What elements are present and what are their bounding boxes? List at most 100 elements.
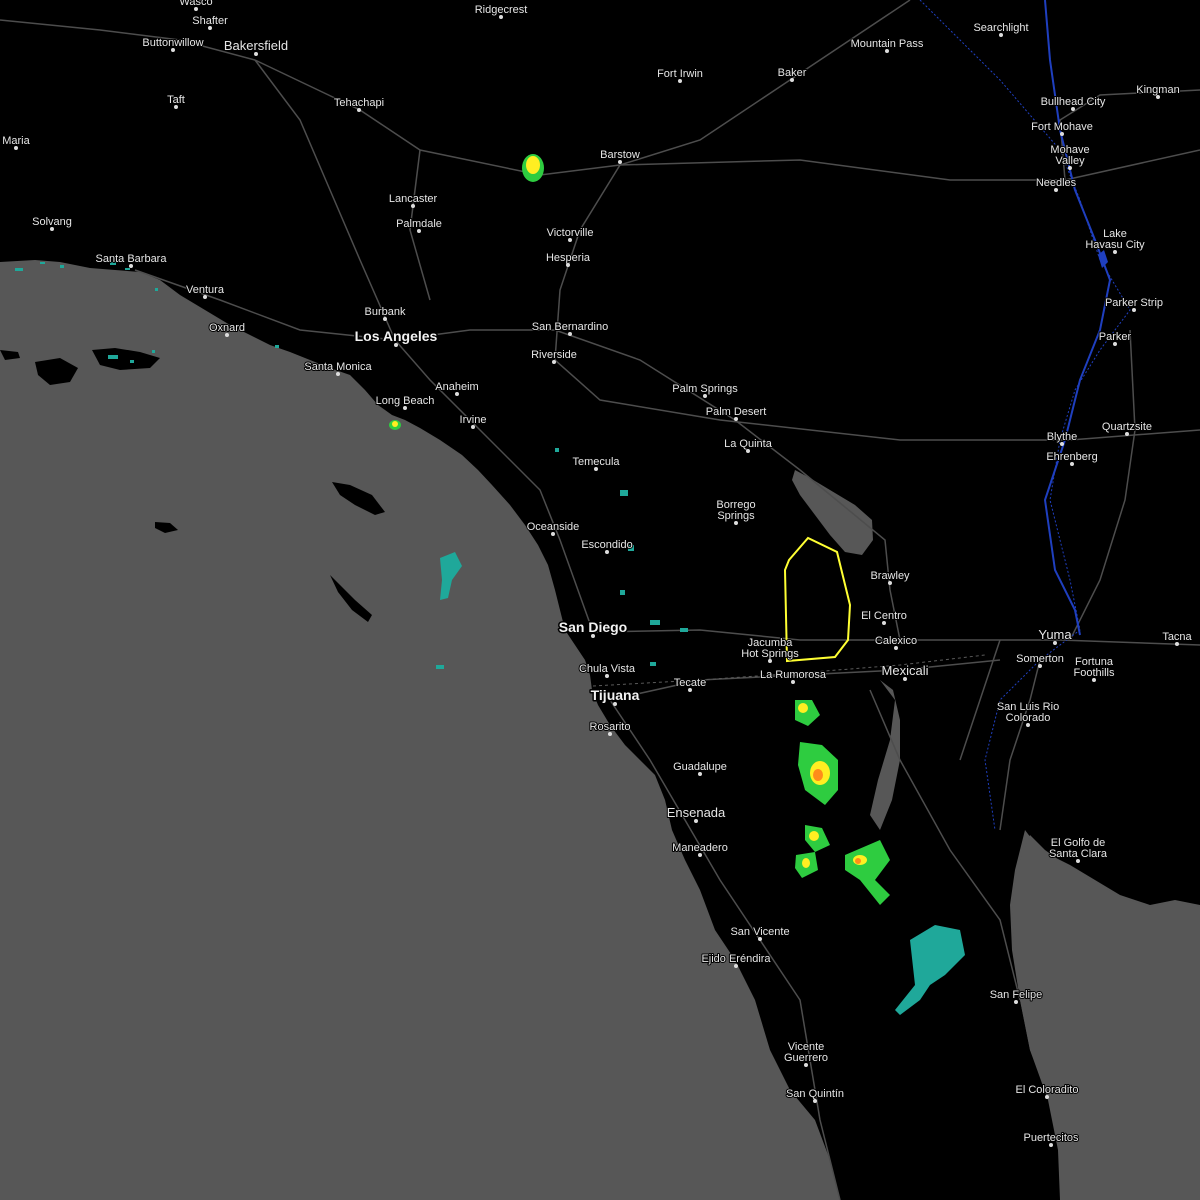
city-label-bullhead-city: Bullhead City <box>1041 96 1106 108</box>
city-label-searchlight: Searchlight <box>973 22 1028 34</box>
city-label-la-quinta: La Quinta <box>724 438 773 450</box>
city-label-mexicali: Mexicali <box>882 663 929 678</box>
city-label-la-rumorosa: La Rumorosa <box>760 669 827 681</box>
city-label-ejido-erendira: Ejido Eréndira <box>701 953 771 965</box>
radar-long-beach <box>389 420 401 430</box>
city-marker-hesperia <box>566 263 570 267</box>
city-marker-buttonwillow <box>171 48 175 52</box>
city-label-bakersfield: Bakersfield <box>224 38 288 53</box>
radar-map[interactable]: Wasco Shafter Buttonwillow Bakersfield Taft T… <box>0 0 1200 1200</box>
city-label-lancaster: Lancaster <box>389 193 438 205</box>
city-marker-ridgecrest <box>499 15 503 19</box>
city-label-los-angeles: Los Angeles <box>355 328 438 344</box>
city-marker-san-quintin <box>813 1099 817 1103</box>
radar-cell-ridgecrest-south <box>522 154 544 182</box>
city-marker-el-coloradito <box>1045 1095 1049 1099</box>
city-marker-tijuana <box>613 702 617 706</box>
city-marker-el-centro <box>882 621 886 625</box>
city-marker-blythe <box>1060 442 1064 446</box>
city-label-el-centro: El Centro <box>861 610 907 622</box>
city-marker-el-golfo <box>1076 859 1080 863</box>
city-fortuna-foothills: Fortuna Foothills <box>1073 655 1116 682</box>
city-label-ridgecrest: Ridgecrest <box>475 4 528 16</box>
city-label-tehachapi: Tehachapi <box>334 97 384 109</box>
map-canvas: Wasco Shafter Buttonwillow Bakersfield Taft T… <box>0 0 1200 1200</box>
city-label-quartzsite: Quartzsite <box>1102 421 1152 433</box>
city-marker-tehachapi <box>357 108 361 112</box>
city-label-jacumba: Jacumba Hot Springs <box>741 637 799 660</box>
city-marker-irvine <box>471 425 475 429</box>
city-label-san-luis-rio-colorado: San Luis Rio Colorado <box>997 701 1059 724</box>
city-marker-shafter <box>208 26 212 30</box>
city-marker-san-vicente <box>758 937 762 941</box>
city-label-rosarito: Rosarito <box>590 721 631 733</box>
city-marker-maneadero <box>698 853 702 857</box>
city-label-calexico: Calexico <box>875 635 917 647</box>
city-label-brawley: Brawley <box>870 570 910 582</box>
city-label-burbank: Burbank <box>365 306 406 318</box>
city-marker-san-luis-rio-colorado <box>1026 723 1030 727</box>
city-vicente-guerrero: Vicente Guerrero <box>783 1040 829 1067</box>
city-marker-somerton <box>1038 664 1042 668</box>
city-marker-long-beach <box>403 406 407 410</box>
city-label-baker: Baker <box>778 67 807 79</box>
city-label-parker-strip: Parker Strip <box>1105 297 1163 309</box>
city-marker-baker <box>790 78 794 82</box>
city-label-ehrenberg: Ehrenberg <box>1046 451 1097 463</box>
city-label-yuma: Yuma <box>1038 627 1072 642</box>
city-marker-wasco <box>194 7 198 11</box>
city-marker-palm-desert <box>734 417 738 421</box>
city-marker-palmdale <box>417 229 421 233</box>
city-marker-oxnard <box>225 333 229 337</box>
city-marker-palm-springs <box>703 394 707 398</box>
city-marker-parker <box>1113 342 1117 346</box>
city-label-vicente-guerrero: Vicente Guerrero <box>784 1041 828 1064</box>
city-label-irvine: Irvine <box>460 414 487 426</box>
city-label-el-golfo: El Golfo de Santa Clara <box>1049 837 1108 860</box>
city-marker-maria <box>14 146 18 150</box>
city-label-kingman: Kingman <box>1136 84 1179 96</box>
city-label-guadalupe: Guadalupe <box>673 761 727 773</box>
city-label-mohave-valley: Mohave Valley <box>1050 144 1089 167</box>
city-marker-riverside <box>552 360 556 364</box>
city-marker-mexicali <box>903 677 907 681</box>
channel-islands <box>0 348 385 622</box>
city-label-tacna: Tacna <box>1162 631 1192 643</box>
city-marker-searchlight <box>999 33 1003 37</box>
city-label-oceanside: Oceanside <box>527 521 580 533</box>
city-label-long-beach: Long Beach <box>376 395 435 407</box>
city-label-needles: Needles <box>1036 177 1077 189</box>
city-marker-fort-mohave <box>1060 132 1064 136</box>
city-label-ensenada: Ensenada <box>667 805 726 820</box>
city-marker-mountain-pass <box>885 49 889 53</box>
city-marker-yuma <box>1053 641 1057 645</box>
city-label-wasco: Wasco <box>179 0 212 8</box>
city-marker-jacumba <box>768 659 772 663</box>
city-label-san-felipe: San Felipe <box>990 989 1043 1001</box>
city-label-san-bernardino: San Bernardino <box>532 321 608 333</box>
city-label-taft: Taft <box>167 94 185 106</box>
city-marker-taft <box>174 105 178 109</box>
city-marker-brawley <box>888 581 892 585</box>
city-label-somerton: Somerton <box>1016 653 1064 665</box>
city-label-palm-desert: Palm Desert <box>706 406 767 418</box>
city-label-san-vicente: San Vicente <box>730 926 789 938</box>
city-borrego-springs: Borrego Springs <box>715 498 757 525</box>
city-marker-los-angeles <box>394 343 398 347</box>
city-label-parker: Parker <box>1099 331 1132 343</box>
city-marker-santa-monica <box>336 372 340 376</box>
city-label-borrego-springs: Borrego Springs <box>716 499 755 522</box>
city-label-san-diego: San Diego <box>559 619 627 635</box>
city-marker-lake-havasu-city <box>1113 250 1117 254</box>
city-marker-oceanside <box>551 532 555 536</box>
city-label-victorville: Victorville <box>547 227 594 239</box>
city-label-blythe: Blythe <box>1047 431 1078 443</box>
city-label-solvang: Solvang <box>32 216 72 228</box>
city-marker-kingman <box>1156 95 1160 99</box>
city-label-tijuana: Tijuana <box>591 687 640 703</box>
city-label-fortuna-foothills: Fortuna Foothills <box>1074 656 1115 679</box>
city-label-san-quintin: San Quintín <box>786 1088 844 1100</box>
city-label-fort-mohave: Fort Mohave <box>1031 121 1093 133</box>
city-marker-anaheim <box>455 392 459 396</box>
city-el-golfo: El Golfo de Santa Clara <box>1048 836 1109 863</box>
